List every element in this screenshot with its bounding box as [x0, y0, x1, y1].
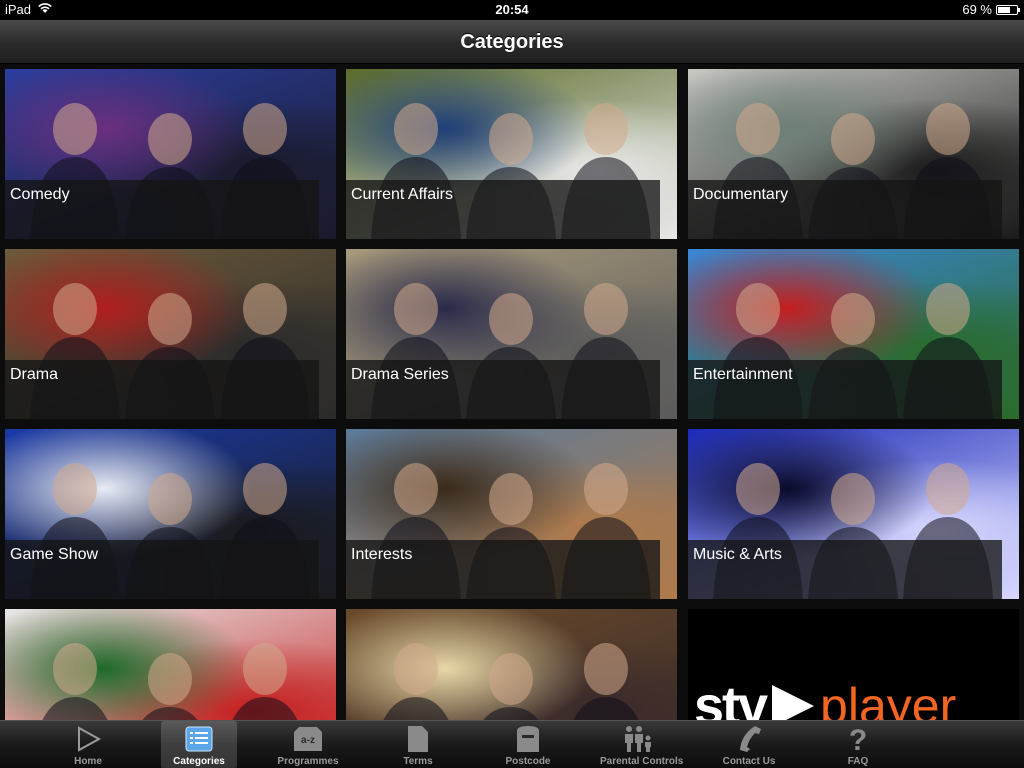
svg-text:a-z: a-z [301, 735, 315, 746]
category-label: Entertainment [688, 360, 1002, 419]
tab-parental-controls[interactable]: Parental Controls [600, 721, 684, 768]
battery-icon [996, 5, 1020, 15]
category-image [5, 609, 336, 720]
tab-categories[interactable]: Categories [161, 721, 237, 768]
category-label: Current Affairs [346, 180, 660, 239]
stv-player-logo: stv player [694, 671, 1014, 720]
tab-label: Parental Controls [600, 756, 684, 767]
tab-label: Programmes [277, 756, 339, 767]
category-tile-entertainment[interactable]: Entertainment [688, 249, 1019, 419]
a-z-icon: a-z [270, 724, 346, 754]
tab-label: Postcode [505, 756, 551, 767]
category-tile-tile-12[interactable]: stv player [688, 609, 1019, 720]
tab-home[interactable]: Home [50, 721, 126, 768]
category-tile-tile-11[interactable] [346, 609, 677, 720]
tab-programmes[interactable]: a-z Programmes [270, 721, 346, 768]
category-grid: Comedy Current Affairs Documentary Drama Dra… [0, 64, 1024, 720]
category-label: Documentary [688, 180, 1002, 239]
postbox-icon [490, 724, 566, 754]
logo-player-text: player [820, 678, 957, 720]
category-label: Drama [5, 360, 319, 419]
category-label: Music & Arts [688, 540, 1002, 599]
category-tile-music-arts[interactable]: Music & Arts [688, 429, 1019, 599]
category-image [346, 609, 677, 720]
tab-label: Contact Us [722, 756, 776, 767]
people-silhouettes [42, 643, 298, 720]
category-tile-game-show[interactable]: Game Show [5, 429, 336, 599]
phone-icon [711, 724, 787, 754]
page-title: Categories [460, 31, 564, 53]
svg-text:?: ? [849, 725, 867, 753]
tab-label: Home [74, 756, 102, 767]
list-icon [161, 724, 237, 754]
tab-contact-us[interactable]: Contact Us [711, 721, 787, 768]
tab-postcode[interactable]: Postcode [490, 721, 566, 768]
category-tile-documentary[interactable]: Documentary [688, 69, 1019, 239]
category-label: Game Show [5, 540, 319, 599]
category-tile-comedy[interactable]: Comedy [5, 69, 336, 239]
category-label: Drama Series [346, 360, 660, 419]
status-right: 69 % [962, 0, 1020, 20]
logo-play-arrow [772, 685, 815, 720]
category-tile-drama-series[interactable]: Drama Series [346, 249, 677, 419]
logo-stv-text: stv [694, 676, 768, 720]
tab-label: FAQ [847, 756, 869, 767]
battery-fill [998, 7, 1011, 13]
category-tile-current-affairs[interactable]: Current Affairs [346, 69, 677, 239]
family-icon [600, 724, 676, 754]
play-icon [50, 724, 126, 754]
category-tile-tile-10[interactable] [5, 609, 336, 720]
navigation-bar: Categories [0, 20, 1024, 64]
tab-label: Categories [173, 756, 225, 767]
category-label: Interests [346, 540, 660, 599]
tab-bar: Home Categories a-z Programmes Terms Postcode… [0, 720, 1024, 768]
people-silhouettes [383, 643, 639, 720]
battery-percent: 69 % [962, 2, 992, 17]
tab-faq[interactable]: ? FAQ [820, 721, 896, 768]
category-label: Comedy [5, 180, 319, 239]
category-tile-interests[interactable]: Interests [346, 429, 677, 599]
status-bar: iPad 20:54 69 % [0, 0, 1024, 20]
category-tile-drama[interactable]: Drama [5, 249, 336, 419]
tab-label: Terms [403, 756, 433, 767]
category-image: stv player [688, 609, 1019, 720]
status-time: 20:54 [495, 2, 529, 17]
tab-terms[interactable]: Terms [380, 721, 456, 768]
question-icon: ? [820, 724, 896, 754]
document-icon [380, 724, 456, 754]
